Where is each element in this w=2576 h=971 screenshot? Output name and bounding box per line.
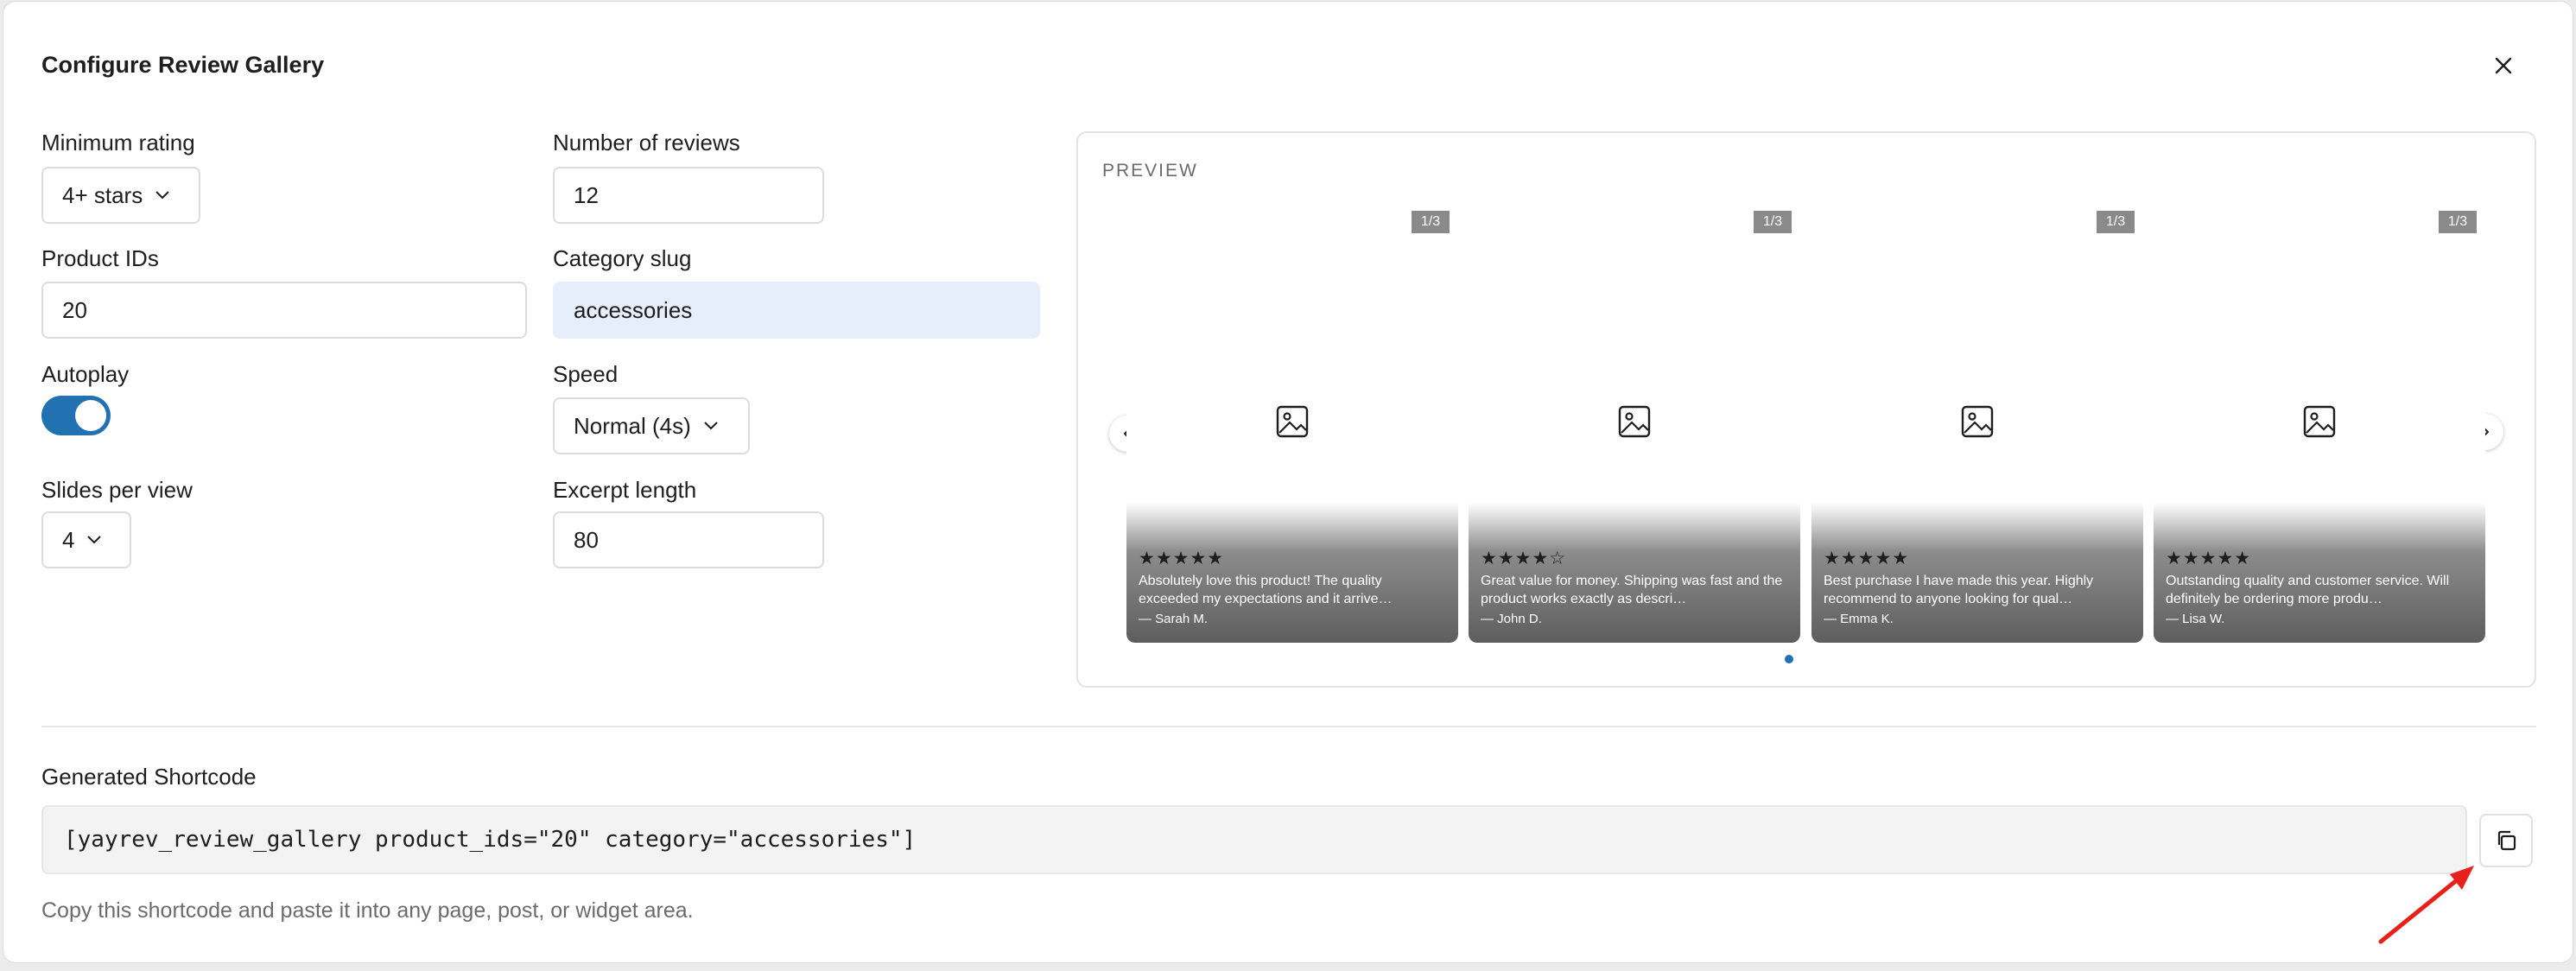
chevron-down-icon [87,536,102,544]
product-ids-label: Product IDs [41,245,159,271]
review-stars: ★★★★☆ [1481,549,1567,568]
image-placeholder-icon [2303,405,2336,438]
image-placeholder-icon [1961,405,1994,438]
min-rating-select[interactable]: 4+ stars [41,167,200,224]
excerpt-length-input[interactable]: 80 [553,511,824,568]
review-stars: ★★★★★ [1139,549,1225,568]
dialog-title: Configure Review Gallery [41,52,325,78]
toggle-knob [75,400,106,431]
slide-counter: 1/3 [2097,211,2135,233]
chevron-down-icon [704,422,718,430]
review-excerpt: Absolutely love this product! The qualit… [1139,574,1393,606]
min-rating-value: 4+ stars [62,181,143,208]
review-slide[interactable]: 1/3 ★★★★☆ Great value for money. Shippin… [1469,206,1800,643]
product-ids-input[interactable]: 20 [41,282,527,339]
review-excerpt: Great value for money. Shipping was fast… [1481,574,1783,606]
slides-per-view-label: Slides per view [41,477,193,503]
speed-label: Speed [553,361,619,387]
slides-per-view-value: 4 [62,526,75,553]
review-author: — Sarah M. [1139,612,1209,626]
review-stars: ★★★★★ [2166,549,2252,568]
shortcode-field[interactable]: [yayrev_review_gallery product_ids="20" … [41,805,2467,874]
slide-counter: 1/3 [1754,211,1792,233]
excerpt-length-label: Excerpt length [553,477,697,503]
close-icon [2495,57,2512,74]
review-excerpt: Outstanding quality and customer service… [2166,574,2450,606]
close-button[interactable] [2484,47,2522,85]
autoplay-label: Autoplay [41,361,130,387]
num-reviews-label: Number of reviews [553,130,740,155]
speed-value: Normal (4s) [574,412,691,439]
min-rating-label: Minimum rating [41,130,195,155]
review-author: — Emma K. [1824,612,1894,626]
review-slide[interactable]: 1/3 ★★★★★ Absolutely love this product! … [1126,206,1458,643]
slide-counter: 1/3 [2439,211,2477,233]
copy-icon [2497,830,2516,851]
review-author: — John D. [1481,612,1542,626]
annotation-arrow-icon [2378,866,2474,944]
review-author: — Lisa W. [2166,612,2225,626]
category-slug-input[interactable]: accessories [553,282,1040,339]
slides-per-view-select[interactable]: 4 [41,511,131,568]
speed-select[interactable]: Normal (4s) [553,397,750,454]
image-placeholder-icon [1276,405,1309,438]
section-divider [41,726,2536,727]
slide-counter: 1/3 [1412,211,1450,233]
carousel-pagination-dot[interactable] [1785,655,1793,663]
preview-label: PREVIEW [1102,161,1198,181]
review-slide[interactable]: 1/3 ★★★★★ Best purchase I have made this… [1811,206,2143,643]
image-placeholder-icon [1618,405,1651,438]
chevron-down-icon [155,191,169,200]
review-stars: ★★★★★ [1824,549,1910,568]
review-excerpt: Best purchase I have made this year. Hig… [1824,574,2094,606]
category-slug-label: Category slug [553,245,692,271]
shortcode-help-text: Copy this shortcode and paste it into an… [41,898,694,923]
review-slide[interactable]: 1/3 ★★★★★ Outstanding quality and custom… [2154,206,2485,643]
autoplay-toggle[interactable] [41,396,111,435]
num-reviews-input[interactable]: 12 [553,167,824,224]
shortcode-label: Generated Shortcode [41,764,257,790]
